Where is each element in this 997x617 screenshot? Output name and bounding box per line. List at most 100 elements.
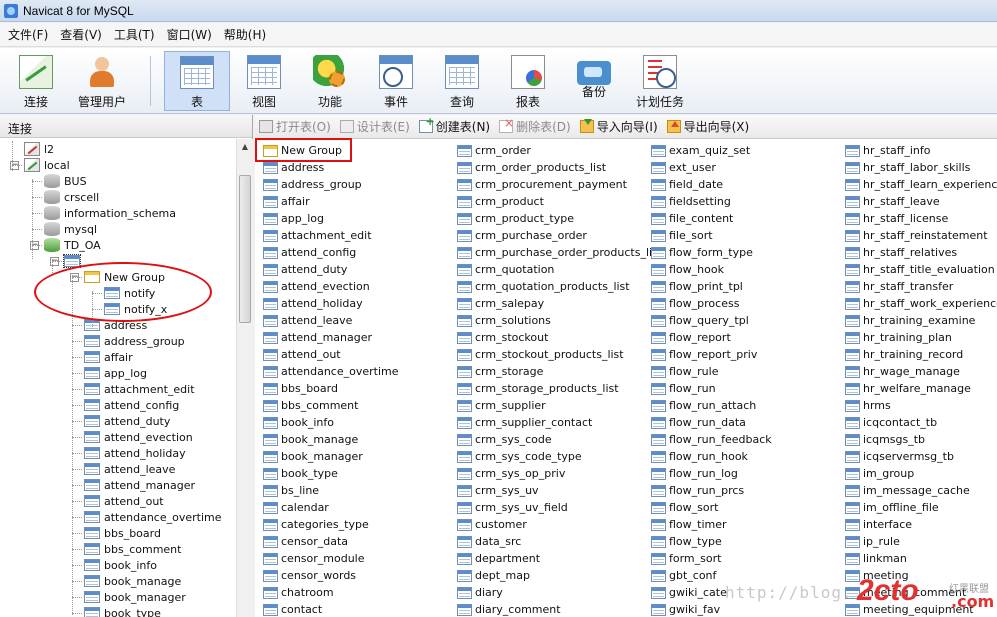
table-item[interactable]: hr_staff_work_experience [845,295,997,312]
tree-node[interactable]: book_info [84,557,157,573]
table-item[interactable]: hr_staff_relatives [845,244,997,261]
table-item[interactable]: book_info [263,414,399,431]
table-item[interactable]: hr_staff_transfer [845,278,997,295]
table-item[interactable]: im_offline_file [845,499,997,516]
table-item[interactable]: dept_map [457,567,662,584]
table-item[interactable]: crm_purchase_order_products_list [457,244,662,261]
table-item[interactable]: im_message_cache [845,482,997,499]
table-item[interactable]: categories_type [263,516,399,533]
table-item[interactable]: attendance_overtime [263,363,399,380]
tree-node[interactable]: book_manager [84,589,186,605]
table-item[interactable]: crm_sys_op_priv [457,465,662,482]
table-item[interactable]: flow_report [651,329,772,346]
table-item[interactable]: hr_staff_learn_experience [845,176,997,193]
object-list[interactable]: New Group address address_group affair app_l… [255,140,997,617]
toolbar-backup-button[interactable]: 备份 [566,51,622,111]
tree-node[interactable]: book_manage [84,573,181,589]
menu-file[interactable]: 文件(F) [4,24,52,45]
table-item[interactable]: customer [457,516,662,533]
table-item[interactable]: crm_salepay [457,295,662,312]
table-item[interactable]: flow_hook [651,261,772,278]
tree-node[interactable]: information_schema [44,205,176,221]
tree-node[interactable]: bbs_comment [84,541,181,557]
toolbar-schedule-button[interactable]: 计划任务 [630,51,690,111]
tree-node[interactable]: attend_config [84,397,179,413]
table-item[interactable]: flow_query_tpl [651,312,772,329]
tree-node[interactable]: local [24,157,70,173]
table-item[interactable]: exam_quiz_set [651,142,772,159]
tree-node[interactable]: attend_duty [84,413,170,429]
table-item[interactable]: attend_duty [263,261,399,278]
table-item[interactable]: crm_storage [457,363,662,380]
tree-node[interactable]: BUS [44,173,87,189]
table-item[interactable]: flow_process [651,295,772,312]
table-item[interactable]: crm_product_type [457,210,662,227]
scroll-thumb[interactable] [239,175,251,323]
tree-node[interactable]: bbs_board [84,525,161,541]
connection-tree[interactable]: l2 local − BUS crscell information_schema mysq… [0,139,236,617]
tree-node[interactable]: l2 [24,141,54,157]
table-item[interactable]: crm_sys_uv_field [457,499,662,516]
tree-node[interactable]: TD_OA [44,237,101,253]
table-item[interactable]: field_date [651,176,772,193]
table-item[interactable]: linkman [845,550,997,567]
menu-help[interactable]: 帮助(H) [220,24,270,45]
table-item[interactable]: gbt_conf [651,567,772,584]
tree-node[interactable]: address_group [84,333,185,349]
table-item[interactable]: flow_run_data [651,414,772,431]
toolbar-report-button[interactable]: 报表 [500,51,556,111]
table-item[interactable]: affair [263,193,399,210]
table-item[interactable]: censor_data [263,533,399,550]
table-item[interactable]: crm_supplier [457,397,662,414]
table-item[interactable]: book_type [263,465,399,482]
table-item[interactable]: crm_procurement_payment [457,176,662,193]
table-item[interactable]: file_content [651,210,772,227]
table-item[interactable]: hr_staff_labor_skills [845,159,997,176]
table-item[interactable]: flow_run_log [651,465,772,482]
table-item[interactable]: crm_purchase_order [457,227,662,244]
table-item[interactable]: hr_welfare_manage [845,380,997,397]
table-item[interactable]: bbs_comment [263,397,399,414]
table-item[interactable]: gwiki_fav [651,601,772,617]
table-item[interactable]: attend_evection [263,278,399,295]
table-item[interactable]: flow_form_type [651,244,772,261]
table-item[interactable]: crm_supplier_contact [457,414,662,431]
table-item[interactable]: crm_order_products_list [457,159,662,176]
table-item[interactable]: crm_quotation_products_list [457,278,662,295]
toolbar-table-button[interactable]: 表 [164,51,230,111]
table-item[interactable]: chatroom [263,584,399,601]
table-item[interactable]: data_src [457,533,662,550]
table-item[interactable]: book_manager [263,448,399,465]
export-wizard-button[interactable]: 导出向导(X) [666,118,749,135]
table-item[interactable]: fieldsetting [651,193,772,210]
table-item[interactable]: contact [263,601,399,617]
open-table-button[interactable]: 打开表(O) [259,118,331,135]
table-item[interactable]: bs_line [263,482,399,499]
table-item[interactable]: attend_manager [263,329,399,346]
table-item[interactable]: hr_training_record [845,346,997,363]
table-item[interactable]: flow_type [651,533,772,550]
tree-node[interactable]: attend_out [84,493,164,509]
table-item[interactable]: interface [845,516,997,533]
menu-window[interactable]: 窗口(W) [163,24,216,45]
table-item[interactable]: hr_training_plan [845,329,997,346]
table-item[interactable]: diary [457,584,662,601]
table-item[interactable]: crm_stockout_products_list [457,346,662,363]
table-item[interactable]: flow_report_priv [651,346,772,363]
table-item[interactable]: hr_staff_reinstatement [845,227,997,244]
tree-node[interactable]: crscell [44,189,99,205]
toolbar-manage-users-button[interactable]: 管理用户 [70,51,134,111]
table-item[interactable]: department [457,550,662,567]
table-item[interactable]: flow_run_feedback [651,431,772,448]
tree-node[interactable]: app_log [84,365,147,381]
table-item[interactable]: flow_sort [651,499,772,516]
table-item[interactable]: crm_sys_uv [457,482,662,499]
scroll-up-arrow-icon[interactable]: ▲ [237,139,253,155]
toolbar-function-button[interactable]: 功能 [302,51,358,111]
toolbar-query-button[interactable]: 查询 [434,51,490,111]
table-item[interactable]: flow_run [651,380,772,397]
tree-scrollbar[interactable]: ▲ [236,139,253,617]
table-item[interactable]: crm_order [457,142,662,159]
table-item[interactable]: flow_print_tpl [651,278,772,295]
table-item[interactable]: app_log [263,210,399,227]
